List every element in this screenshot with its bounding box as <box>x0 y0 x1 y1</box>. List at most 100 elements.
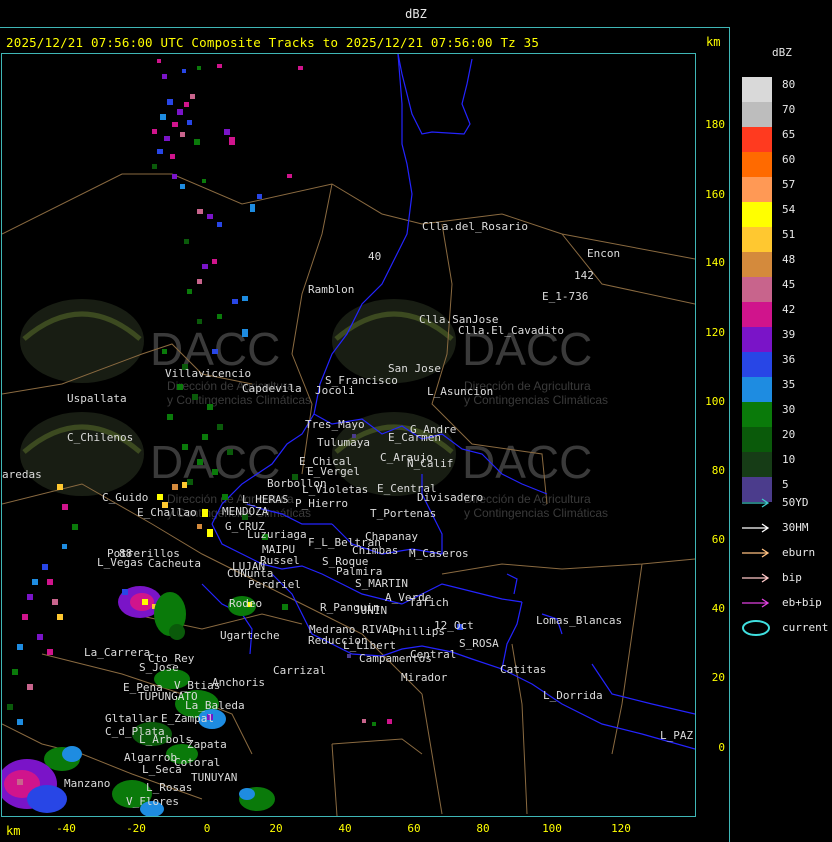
place-label[interactable]: 142 <box>574 269 594 282</box>
track-legend-label: eburn <box>782 546 816 559</box>
place-label[interactable]: Tulumaya <box>317 436 370 449</box>
legend-swatch-label: 36 <box>782 353 796 366</box>
place-label[interactable]: M_Caseros <box>409 547 469 560</box>
legend-swatch <box>742 102 772 127</box>
place-label[interactable]: Catitas <box>500 663 546 676</box>
place-label[interactable]: L_Violetas <box>302 483 368 496</box>
watermark-line2: y Contingencias Climáticas <box>167 393 311 407</box>
arrow-right-icon <box>742 573 770 583</box>
place-label[interactable]: S_MARTIN <box>355 577 408 590</box>
x-tick-label: 60 <box>407 822 421 835</box>
legend-swatch-label: 57 <box>782 178 796 191</box>
place-label[interactable]: Tafich <box>409 596 449 609</box>
place-label[interactable]: E_1-736 <box>542 290 588 303</box>
place-label[interactable]: JUNIN <box>354 604 387 617</box>
x-tick-label: 80 <box>476 822 490 835</box>
place-label[interactable]: San Jose <box>388 362 441 375</box>
place-label[interactable]: Encon <box>587 247 620 260</box>
place-label[interactable]: Russel <box>260 554 300 567</box>
place-label[interactable]: Carrizal <box>273 664 326 677</box>
place-label[interactable]: E_Carmen <box>388 431 441 444</box>
place-label[interactable]: Ugarteche <box>220 629 280 642</box>
legend-swatch-label: 20 <box>782 428 796 441</box>
place-label[interactable]: aredas <box>2 468 42 481</box>
x-tick-label: 40 <box>338 822 352 835</box>
place-label[interactable]: P_Hierro <box>295 497 348 510</box>
window-title-bar: dBZ <box>0 0 832 28</box>
track-legend-item: eb+bip <box>740 595 830 611</box>
place-label[interactable]: E_Challao <box>137 506 197 519</box>
watermark-brand: DACC <box>150 436 280 488</box>
place-label[interactable]: Gltallar <box>105 712 158 725</box>
track-legend-label: current <box>782 621 829 634</box>
legend-swatch <box>742 277 772 302</box>
place-label[interactable]: Capdevila <box>242 382 302 395</box>
place-label[interactable]: V_Flores <box>126 795 179 808</box>
place-label[interactable]: Manzano <box>64 777 110 790</box>
legend-swatch <box>742 427 772 452</box>
place-label[interactable]: Jocoli <box>315 384 355 397</box>
place-label[interactable]: Anchoris <box>212 676 265 689</box>
window-title: dBZ <box>405 7 427 21</box>
y-tick-label: 60 <box>711 533 725 546</box>
x-tick-label: 0 <box>203 822 211 835</box>
legend-swatch-label: 10 <box>782 453 796 466</box>
place-label[interactable]: Mirador <box>401 671 448 684</box>
place-label[interactable]: MENDOZA <box>222 505 269 518</box>
place-label[interactable]: C_Chilenos <box>67 431 133 444</box>
place-label[interactable]: Rodeo <box>229 597 262 610</box>
x-axis: -40 -20 0 20 40 60 80 100 120 <box>1 816 695 842</box>
place-label[interactable]: Tres_Mayo <box>305 418 365 431</box>
track-legend-item: 30HM <box>740 520 830 536</box>
place-label[interactable]: Villavicencio <box>165 367 251 380</box>
place-label[interactable]: S_ROSA <box>459 637 499 650</box>
place-label[interactable]: L_Dorrida <box>543 689 603 702</box>
place-label[interactable]: Cacheuta <box>148 557 201 570</box>
place-label[interactable]: L_PAZ <box>660 729 693 742</box>
place-label[interactable]: Zapata <box>187 738 227 751</box>
y-tick-label: 160 <box>705 188 725 201</box>
legend-swatch <box>742 202 772 227</box>
track-legend-item: eburn <box>740 545 830 561</box>
legend-swatch <box>742 227 772 252</box>
track-legend-label: 30HM <box>782 521 809 534</box>
place-label[interactable]: 12_Oct <box>434 619 474 632</box>
place-label[interactable]: Divisadero <box>417 491 483 504</box>
x-tick-label: 120 <box>611 822 631 835</box>
y-tick-label: 0 <box>718 741 725 754</box>
place-label[interactable]: L_Libert <box>343 639 396 652</box>
place-label[interactable]: L_Arbols <box>139 733 192 746</box>
radar-map-canvas: DACC Dirección de Agricultura y Continge… <box>2 54 695 816</box>
place-label[interactable]: Central <box>410 648 456 661</box>
legend-swatch <box>742 377 772 402</box>
track-legend-label: bip <box>782 571 802 584</box>
legend-swatch-label: 35 <box>782 378 796 391</box>
place-label[interactable]: T_Portenas <box>370 507 436 520</box>
x-tick-label: -20 <box>126 822 146 835</box>
place-label[interactable]: 88 <box>119 547 132 560</box>
place-label[interactable]: Ramblon <box>308 283 354 296</box>
place-label[interactable]: Perdriel <box>248 578 301 591</box>
radar-map[interactable]: DACC Dirección de Agricultura y Continge… <box>1 53 696 817</box>
place-label[interactable]: L_Rosas <box>146 781 192 794</box>
legend-swatch-label: 45 <box>782 278 796 291</box>
place-label[interactable]: N_Calif <box>407 457 453 470</box>
place-label[interactable]: L_Seca <box>142 763 182 776</box>
place-label[interactable]: La_Baleda <box>185 699 245 712</box>
place-label[interactable]: Clla.El_Cavadito <box>458 324 564 337</box>
place-label[interactable]: 40 <box>368 250 381 263</box>
place-label[interactable]: La_Carrera <box>84 646 150 659</box>
place-label[interactable]: S_Jose <box>139 661 179 674</box>
legend-swatch <box>742 152 772 177</box>
x-tick-label: 20 <box>269 822 283 835</box>
place-label[interactable]: Luzuriaga <box>247 528 307 541</box>
place-label[interactable]: C_Guido <box>102 491 148 504</box>
place-label[interactable]: L_Asuncion <box>427 385 493 398</box>
legend-swatch <box>742 302 772 327</box>
place-label[interactable]: E_Zampal <box>161 712 214 725</box>
place-label[interactable]: Lomas_Blancas <box>536 614 622 627</box>
arrow-right-icon <box>742 523 770 533</box>
place-label[interactable]: TUNUYAN <box>191 771 237 784</box>
place-label[interactable]: Clla.del_Rosario <box>422 220 528 233</box>
place-label[interactable]: Uspallata <box>67 392 127 405</box>
